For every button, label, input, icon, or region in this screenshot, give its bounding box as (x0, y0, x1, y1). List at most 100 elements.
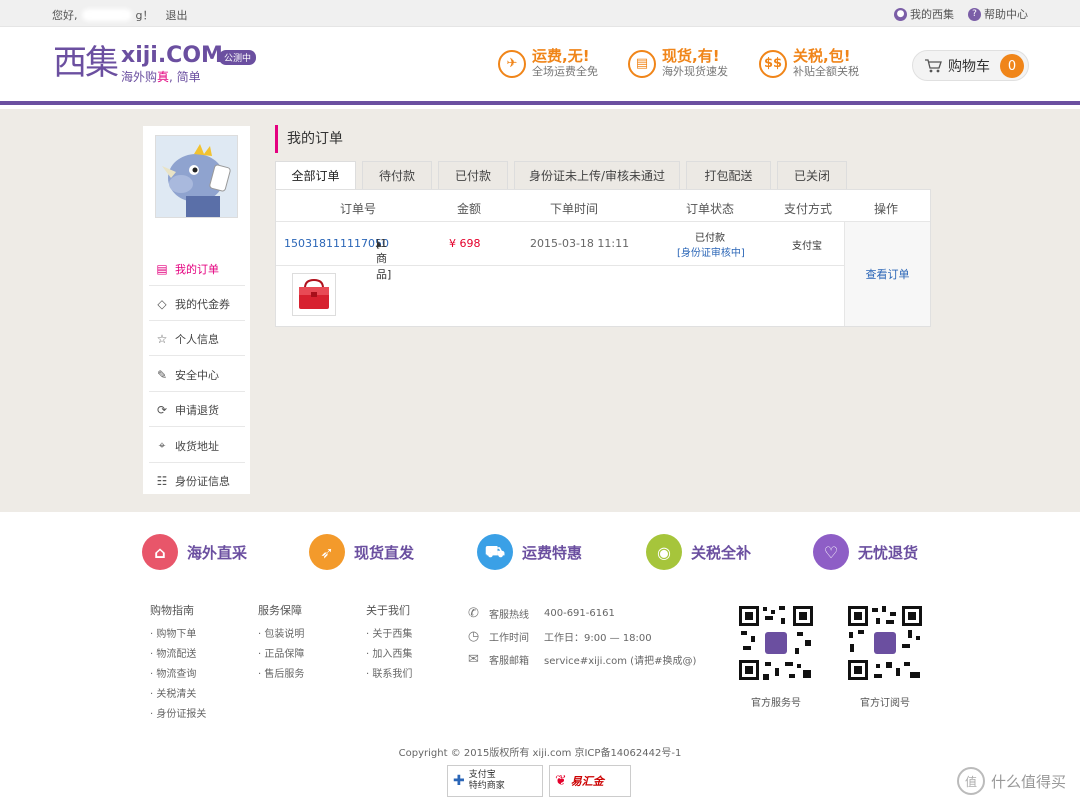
sidebar-item-profile[interactable]: ☆ 个人信息 (149, 322, 245, 356)
footer-link[interactable]: · 物流查询 (150, 665, 206, 685)
promo-sub: 海外现货速发 (662, 65, 728, 78)
edit-icon: ✎ (156, 367, 168, 382)
cart-label: 购物车 (948, 58, 990, 75)
location-icon: ⌖ (158, 438, 166, 452)
table-header: 订单号 金额 下单时间 订单状态 支付方式 操作 (276, 190, 930, 222)
help-center-link[interactable]: ? 帮助中心 (968, 6, 1028, 22)
tab-packing[interactable]: 打包配送 (686, 161, 771, 189)
contact-hotline: ✆ 客服热线 400-691-6161 (465, 602, 696, 625)
qr-code-subscribe (846, 604, 924, 682)
tab-id-pending[interactable]: 身份证未上传/审核未通过 (514, 161, 680, 189)
footer-link[interactable]: · 购物下单 (150, 625, 206, 645)
watermark-icon: 值 (956, 767, 985, 795)
footer-link[interactable]: · 物流配送 (150, 645, 206, 665)
rocket-icon: ➶ (309, 534, 345, 570)
col-amount: 金额 (457, 202, 482, 216)
order-number-link[interactable]: 150318111117050 (284, 237, 389, 250)
promo-in-stock: ▤ 现货,有! 海外现货速发 (628, 48, 728, 79)
clock-icon: ◷ (467, 629, 480, 644)
hotline-label: 客服热线 (489, 610, 529, 621)
col-status: 订单状态 (686, 202, 735, 216)
cart-count: 0 (1000, 54, 1024, 78)
sidebar-item-my-orders[interactable]: ▤ 我的订单 (149, 252, 245, 286)
sidebar-item-label: 申请退货 (175, 403, 219, 417)
link-text: 物流查询 (156, 669, 197, 680)
order-time: 2015-03-18 11:11 (530, 237, 630, 250)
gift-icon: ▤ (628, 49, 656, 78)
copyright-text: Copyright © 2015版权所有 xiji.com 京ICP备14062… (398, 748, 682, 759)
feature-label: 海外直采 (187, 543, 248, 562)
tab-paid[interactable]: 已付款 (438, 161, 508, 189)
help-icon: ? (968, 7, 981, 21)
link-text: 购物下单 (156, 629, 197, 640)
phone-icon: ✆ (468, 606, 479, 621)
qr-code-service (737, 604, 815, 682)
site-logo[interactable]: 西集 xiji.COM 海外购真, 简单 公测中 (53, 43, 257, 85)
promo-sub: 全场运费全免 (532, 65, 598, 78)
site-footer: ⌂ 海外直采 ➶ 现货直发 ⛟ 运费特惠 ◉ 关税全补 ♡ 无忧退货 购物指南 … (0, 512, 1080, 805)
footer-link[interactable]: · 包装说明 (258, 625, 304, 645)
footer-link[interactable]: · 关于西集 (366, 625, 412, 645)
ehking-logo-icon: ❦ (555, 773, 567, 789)
slogan-part-3: , 简单 (169, 70, 201, 84)
link-text: 正品保障 (264, 649, 305, 660)
sidebar-item-vouchers[interactable]: ◇ 我的代金券 (149, 287, 245, 321)
footer-link[interactable]: · 加入西集 (366, 645, 412, 665)
tab-unpaid[interactable]: 待付款 (362, 161, 432, 189)
sidebar-item-returns[interactable]: ⟳ 申请退货 (149, 393, 245, 427)
top-bar: 您好, g！ 退出 ● 我的西集 ? 帮助中心 (0, 0, 1080, 27)
link-text: 包装说明 (264, 629, 305, 640)
footer-link[interactable]: · 正品保障 (258, 645, 304, 665)
sidebar-item-id-info[interactable]: ☷ 身份证信息 (149, 464, 245, 498)
sidebar-item-address[interactable]: ⌖ 收货地址 (149, 429, 245, 463)
table-row: 150318111117050 [1商品] ▴ ¥ 698 2015-03-18… (276, 222, 844, 281)
ehking-badge-label: 易汇金 (570, 775, 604, 788)
logout-link[interactable]: 退出 (165, 7, 187, 23)
cart-button[interactable]: 购物车 0 (912, 50, 1029, 81)
footer-col-service: 服务保障 · 包装说明 · 正品保障 · 售后服务 (258, 602, 304, 685)
link-text: 联系我们 (372, 669, 413, 680)
link-text: 关税清关 (156, 689, 197, 700)
contact-email: ✉ 客服邮箱 service#xiji.com (请把#换成@) (465, 648, 696, 671)
contact-info: ✆ 客服热线 400-691-6161 ◷ 工作时间 工作日：9:00 — 18… (465, 602, 697, 671)
footer-link[interactable]: · 关税清关 (150, 685, 206, 705)
mail-icon: ✉ (468, 652, 479, 667)
id-card-icon: ☷ (156, 474, 168, 488)
payment-method: 支付宝 (792, 241, 822, 252)
view-order-link[interactable]: 查看订单 (844, 222, 930, 326)
puzzle-icon: ✚ (453, 773, 465, 789)
ehking-badge[interactable]: ❦ 易汇金 (549, 765, 631, 797)
order-tabs: 全部订单 待付款 已付款 身份证未上传/审核未通过 打包配送 已关闭 (275, 161, 847, 189)
feature-label: 无忧退货 (858, 543, 919, 562)
alipay-badge[interactable]: ✚ 支付宝 特约商家 (447, 765, 543, 797)
promo-tax: $$ 关税,包! 补贴全额关税 (759, 48, 859, 79)
tab-closed[interactable]: 已关闭 (777, 161, 847, 189)
feature-label: 现货直发 (354, 543, 415, 562)
my-xiji-link[interactable]: ● 我的西集 (894, 6, 954, 22)
sidebar-item-label: 收货地址 (175, 439, 219, 453)
hotline-value: 400-691-6161 (544, 608, 615, 619)
smzdm-watermark: 值 什么值得买 (956, 767, 1066, 795)
footer-link[interactable]: · 售后服务 (258, 665, 304, 685)
link-text: 物流配送 (156, 649, 197, 660)
footer-link[interactable]: · 身份证报关 (150, 705, 206, 725)
beta-badge: 公测中 (219, 50, 257, 65)
id-review-status: [身份证审核中] (677, 248, 745, 259)
bag-image (299, 278, 329, 309)
user-icon: ● (894, 7, 907, 21)
qr-caption-subscribe: 官方订阅号 (860, 698, 910, 709)
col-heading: 服务保障 (258, 604, 302, 617)
sidebar-item-label: 我的代金券 (175, 297, 230, 311)
help-center-label: 帮助中心 (984, 8, 1028, 21)
sidebar-item-security[interactable]: ✎ 安全中心 (149, 358, 245, 392)
col-order-no: 订单号 (340, 202, 377, 216)
orders-content: 我的订单 全部订单 待付款 已付款 身份证未上传/审核未通过 打包配送 已关闭 … (275, 125, 931, 327)
partner-badges: ✚ 支付宝 特约商家 ❦ 易汇金 (447, 765, 631, 797)
footer-link[interactable]: · 联系我们 (366, 665, 412, 685)
logo-english: xiji.COM (121, 43, 223, 68)
refresh-icon: ⟳ (156, 402, 168, 417)
hours-label: 工作时间 (489, 633, 529, 644)
tab-all-orders[interactable]: 全部订单 (275, 161, 356, 189)
sidebar-item-label: 我的订单 (175, 262, 219, 276)
product-thumbnail[interactable] (292, 273, 336, 316)
